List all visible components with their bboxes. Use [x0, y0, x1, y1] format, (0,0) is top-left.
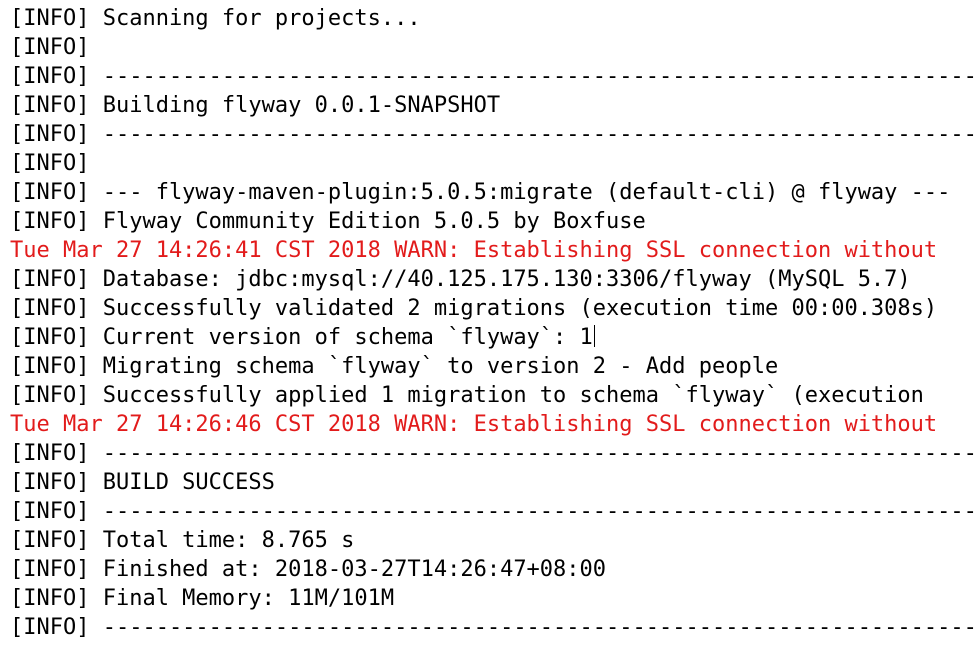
log-line-info-current-version: [INFO] Current version of schema `flyway… [10, 323, 977, 352]
log-line-text: [INFO] Current version of schema `flyway… [10, 325, 593, 350]
log-line-info: [INFO] Scanning for projects... [10, 6, 421, 31]
log-line-info: [INFO] Database: jdbc:mysql://40.125.175… [10, 267, 911, 292]
log-line-info: [INFO] Building flyway 0.0.1-SNAPSHOT [10, 93, 501, 118]
console-output[interactable]: [INFO] Scanning for projects... [INFO] [… [0, 0, 977, 655]
log-line-info: [INFO] [10, 35, 90, 60]
log-line-info: [INFO] ---------------------------------… [10, 441, 977, 466]
log-line-info: [INFO] ---------------------------------… [10, 499, 977, 524]
log-line-warn: Tue Mar 27 14:26:46 CST 2018 WARN: Estab… [10, 412, 938, 437]
log-line-info: [INFO] Flyway Community Edition 5.0.5 by… [10, 209, 646, 234]
log-line-info: [INFO] Final Memory: 11M/101M [10, 586, 395, 611]
text-caret [593, 325, 595, 347]
log-line-info: [INFO] [10, 151, 90, 176]
log-line-warn: Tue Mar 27 14:26:41 CST 2018 WARN: Estab… [10, 238, 938, 263]
log-line-info: [INFO] BUILD SUCCESS [10, 470, 275, 495]
log-line-info: [INFO] Migrating schema `flyway` to vers… [10, 354, 779, 379]
log-line-info: [INFO] Finished at: 2018-03-27T14:26:47+… [10, 557, 607, 582]
log-line-info: [INFO] Successfully validated 2 migratio… [10, 296, 938, 321]
log-line-info: [INFO] ---------------------------------… [10, 122, 977, 147]
log-line-info: [INFO] Successfully applied 1 migration … [10, 383, 924, 408]
log-line-info: [INFO] --- flyway-maven-plugin:5.0.5:mig… [10, 180, 951, 205]
log-line-info: [INFO] ---------------------------------… [10, 615, 977, 640]
log-line-info: [INFO] Total time: 8.765 s [10, 528, 355, 553]
log-line-info: [INFO] ---------------------------------… [10, 64, 977, 89]
